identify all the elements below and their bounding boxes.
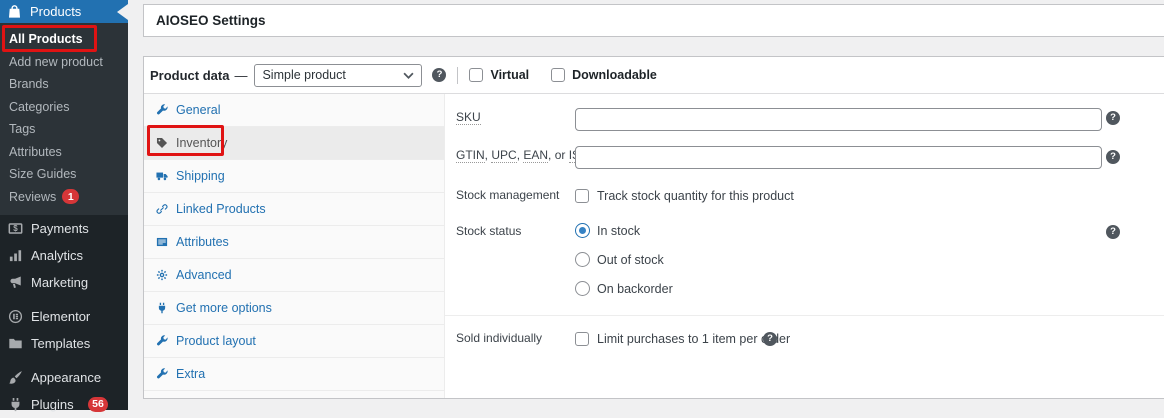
radio-in-stock[interactable] — [575, 223, 590, 238]
limit-purchases-checkbox[interactable] — [575, 332, 589, 346]
menu-separator — [0, 296, 128, 303]
sidebar-item-add-new-product[interactable]: Add new product — [0, 51, 128, 74]
help-icon[interactable] — [1106, 150, 1120, 164]
product-type-value: Simple product — [262, 68, 345, 82]
in-stock-label[interactable]: In stock — [597, 224, 640, 238]
admin-sidebar: Products All Products Add new product Br… — [0, 0, 128, 410]
payments-icon: $ — [8, 221, 23, 236]
sku-label: SKU — [456, 110, 481, 124]
sidebar-item-templates[interactable]: Templates — [0, 330, 128, 357]
product-data-tabs: General Inventory Shipping Linked Produc… — [144, 94, 445, 398]
limit-purchases-label[interactable]: Limit purchases to 1 item per order — [597, 332, 790, 346]
products-bag-icon — [7, 4, 22, 19]
virtual-label: Virtual — [490, 68, 529, 82]
menu-separator — [0, 357, 128, 364]
tab-extra[interactable]: Extra — [144, 358, 444, 391]
divider — [445, 315, 1164, 316]
admin-menu: $ Payments Analytics Marketing Elementor… — [0, 215, 128, 418]
sidebar-item-attributes[interactable]: Attributes — [0, 141, 128, 164]
sidebar-item-label: Products — [30, 4, 81, 19]
truck-icon — [156, 170, 168, 182]
tag-icon — [156, 137, 168, 149]
link-icon — [156, 203, 168, 215]
tab-general[interactable]: General — [144, 94, 444, 127]
sidebar-item-elementor[interactable]: Elementor — [0, 303, 128, 330]
track-stock-checkbox[interactable] — [575, 189, 589, 203]
product-data-title: Product data — [150, 68, 229, 83]
product-type-select[interactable]: Simple product — [254, 64, 422, 87]
aioseo-settings-box: AIOSEO Settings — [143, 4, 1164, 37]
sidebar-item-brands[interactable]: Brands — [0, 73, 128, 96]
tab-product-layout[interactable]: Product layout — [144, 325, 444, 358]
current-menu-arrow — [117, 4, 128, 20]
sold-individually-label: Sold individually — [456, 331, 542, 345]
sidebar-item-all-products[interactable]: All Products — [0, 28, 128, 51]
sku-input[interactable] — [575, 108, 1102, 131]
tab-advanced[interactable]: Advanced — [144, 259, 444, 292]
sidebar-item-categories[interactable]: Categories — [0, 96, 128, 119]
virtual-checkbox-label[interactable]: Virtual — [469, 68, 529, 82]
product-data-panel: Product data — Simple product Virtual Do… — [143, 56, 1164, 399]
gtin-input[interactable] — [575, 146, 1102, 169]
downloadable-checkbox[interactable] — [551, 68, 565, 82]
gear-icon — [156, 269, 168, 281]
help-icon[interactable] — [763, 332, 777, 346]
svg-text:$: $ — [13, 224, 18, 233]
megaphone-icon — [8, 275, 23, 290]
sidebar-item-size-guides[interactable]: Size Guides — [0, 163, 128, 186]
wrench-icon — [156, 368, 168, 380]
sidebar-item-marketing[interactable]: Marketing — [0, 269, 128, 296]
virtual-checkbox[interactable] — [469, 68, 483, 82]
stock-management-label: Stock management — [456, 188, 559, 202]
tab-get-more-options[interactable]: Get more options — [144, 292, 444, 325]
products-submenu: All Products Add new product Brands Cate… — [0, 23, 128, 215]
folder-icon — [8, 336, 23, 351]
wrench-icon — [156, 335, 168, 347]
inventory-tab-content: SKU GTIN, UPC, EAN, or ISBN Stock manage… — [445, 94, 1164, 398]
tab-inventory[interactable]: Inventory — [144, 127, 444, 160]
analytics-bars-icon — [8, 248, 23, 263]
reviews-count-badge: 1 — [62, 189, 79, 204]
help-icon[interactable] — [1106, 111, 1120, 125]
sidebar-item-analytics[interactable]: Analytics — [0, 242, 128, 269]
stock-status-label: Stock status — [456, 224, 521, 238]
sidebar-item-appearance[interactable]: Appearance — [0, 364, 128, 391]
chevron-down-icon — [403, 72, 414, 79]
sidebar-item-payments[interactable]: $ Payments — [0, 215, 128, 242]
tab-shipping[interactable]: Shipping — [144, 160, 444, 193]
help-icon[interactable] — [1106, 225, 1120, 239]
product-data-header: Product data — Simple product Virtual Do… — [144, 57, 1164, 94]
dash: — — [234, 68, 247, 83]
sidebar-item-plugins[interactable]: Plugins 56 — [0, 391, 128, 418]
aioseo-settings-title: AIOSEO Settings — [156, 13, 266, 28]
tab-linked-products[interactable]: Linked Products — [144, 193, 444, 226]
help-icon[interactable] — [432, 68, 446, 82]
list-table-icon — [156, 236, 168, 248]
sidebar-item-tags[interactable]: Tags — [0, 118, 128, 141]
sidebar-item-reviews[interactable]: Reviews1 — [0, 186, 128, 209]
plugin-icon — [156, 302, 168, 314]
radio-out-of-stock[interactable] — [575, 252, 590, 267]
wrench-icon — [156, 104, 168, 116]
sidebar-item-products[interactable]: Products — [0, 0, 128, 23]
on-backorder-label[interactable]: On backorder — [597, 282, 673, 296]
radio-on-backorder[interactable] — [575, 281, 590, 296]
downloadable-label: Downloadable — [572, 68, 657, 82]
track-stock-label[interactable]: Track stock quantity for this product — [597, 189, 794, 203]
tab-attributes[interactable]: Attributes — [144, 226, 444, 259]
out-of-stock-label[interactable]: Out of stock — [597, 253, 664, 267]
elementor-icon — [8, 309, 23, 324]
divider — [457, 67, 458, 84]
paintbrush-icon — [8, 370, 23, 385]
downloadable-checkbox-label[interactable]: Downloadable — [551, 68, 657, 82]
